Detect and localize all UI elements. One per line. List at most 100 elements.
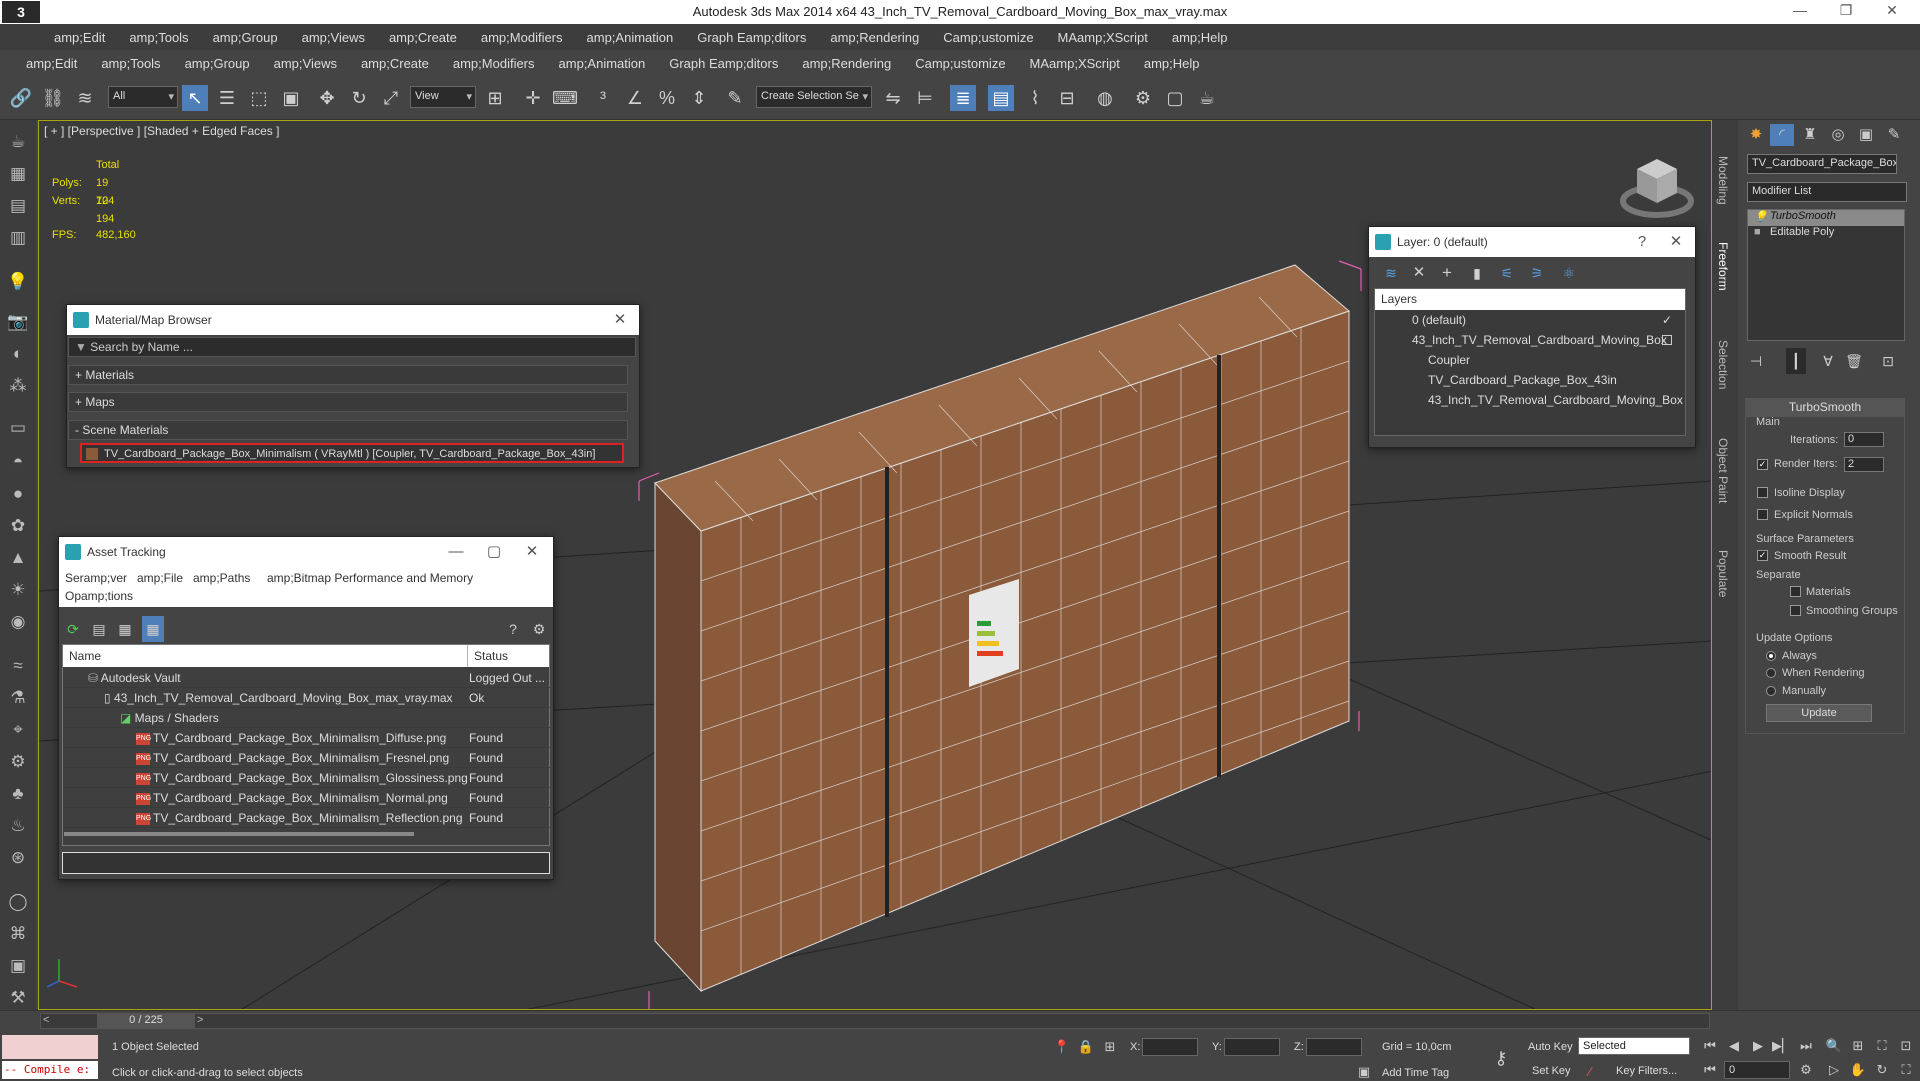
spinner-snap-icon[interactable]: ⇕ [686,85,712,111]
material-editor-icon[interactable]: ◍ [1092,85,1118,111]
graphite-ribbon-icon[interactable]: ▤ [988,85,1014,111]
zoom-extents-icon[interactable]: ⛶ [1872,1037,1892,1055]
render-setup-icon[interactable]: ⚙ [1130,85,1156,111]
menu-help[interactable]: amp;Help [1160,30,1240,45]
time-slider[interactable]: < 0 / 225 > [40,1013,1710,1029]
make-unique-icon[interactable]: ∀ [1818,348,1838,374]
asset-row-diffuse[interactable]: PNG TV_Cardboard_Package_Box_Minimalism_D… [64,728,550,748]
explicit-normals-checkbox[interactable] [1757,509,1768,520]
key-filters-button[interactable]: Key Filters... [1616,1065,1677,1077]
grid-icon[interactable]: ▥ [6,226,30,250]
keyboard-shortcut-icon[interactable]: ⌨ [552,85,578,111]
pivot-center-icon[interactable]: ⊞ [482,85,508,111]
selection-filter-dropdown[interactable]: All [108,86,178,108]
menu2-tools[interactable]: amp;Tools [89,56,172,71]
material-search-field[interactable]: ▼ Search by Name ... [68,337,636,357]
layer-row-moving-box[interactable]: 43_Inch_TV_Removal_Cardboard_Moving_Box [1376,330,1682,350]
table-view-icon[interactable]: ▦ [142,616,164,642]
menu-group[interactable]: amp;Group [201,30,290,45]
viewport-label[interactable]: [ + ] [Perspective ] [Shaded + Edged Fac… [44,124,279,138]
menu-graph-editors[interactable]: Graph Eamp;ditors [685,30,818,45]
z-coordinate-field[interactable] [1306,1038,1362,1056]
y-coordinate-field[interactable] [1224,1038,1280,1056]
tab-object-paint[interactable]: Object Paint [1716,438,1730,503]
key-mode-toggle-icon[interactable]: ⏮ [1700,1061,1720,1079]
angle-snap-icon[interactable]: ∠ [622,85,648,111]
rendered-frame-icon[interactable]: ▢ [1162,85,1188,111]
current-frame-field[interactable]: 0 [1724,1061,1790,1079]
key-icon[interactable]: ⚷ [1488,1049,1514,1067]
add-to-layer-icon[interactable]: + [1436,260,1458,286]
layer-window-titlebar[interactable]: Layer: 0 (default) ? ✕ [1369,227,1695,257]
iterations-spinner[interactable]: 0 [1844,432,1884,447]
move-icon[interactable]: ✥ [314,85,340,111]
asset-row-maps[interactable]: ◪ Maps / Shaders [64,708,550,728]
tree-icon[interactable]: ♣ [6,782,30,806]
menu2-edit[interactable]: amp;Edit [14,56,89,71]
asset-maximize-icon[interactable]: ▢ [481,537,507,567]
asset-menu-paths[interactable]: amp;Paths [193,571,250,585]
asset-menu-bitmap[interactable]: amp;Bitmap Performance and Memory [267,571,473,585]
thumbnail-view-icon[interactable]: ▦ [114,616,136,642]
curve-editor-icon[interactable]: ⌇ [1022,85,1048,111]
field-of-view-icon[interactable]: ▷ [1824,1061,1844,1079]
asset-row-reflection[interactable]: PNG TV_Cardboard_Package_Box_Minimalism_R… [64,808,550,828]
menu2-views[interactable]: amp;Views [262,56,349,71]
named-selection-dropdown[interactable]: Create Selection Se [756,86,872,108]
layer-help-button[interactable]: ? [1629,227,1655,257]
menu2-create[interactable]: amp;Create [349,56,441,71]
maximize-viewport-icon[interactable]: ⛶ [1896,1061,1916,1079]
plane-icon[interactable]: ▤ [6,194,30,218]
highlight-layer-icon[interactable]: ⚟ [1496,260,1518,286]
object-name-field[interactable]: TV_Cardboard_Package_Box [1747,154,1897,174]
set-key-button[interactable]: Set Key [1532,1065,1571,1077]
asset-tracking-titlebar[interactable]: Asset Tracking — ▢ ✕ [59,537,553,567]
layer-manager-icon[interactable]: ≣ [950,85,976,111]
when-rendering-radio[interactable] [1766,668,1776,678]
stack-item-turbosmooth[interactable]: 💡 TurboSmooth [1748,210,1904,226]
view-cube[interactable] [1620,159,1694,218]
search-dropdown-icon[interactable]: ▼ [75,340,90,354]
asset-menu-file[interactable]: amp;File [137,571,183,585]
asset-row-max-file[interactable]: ▯ 43_Inch_TV_Removal_Cardboard_Moving_Bo… [64,688,550,708]
delete-layer-icon[interactable]: ✕ [1408,260,1430,286]
maps-group[interactable]: + Maps [68,392,628,412]
x-coordinate-field[interactable] [1142,1038,1198,1056]
menu2-customize[interactable]: Camp;ustomize [903,56,1017,71]
isoline-checkbox[interactable] [1757,487,1768,498]
layer-row-moving-box-object[interactable]: 43_Inch_TV_Removal_Cardboard_Moving_Box [1376,390,1683,410]
layer-row-default[interactable]: 0 (default) ✓ [1376,310,1682,330]
smooth-result-checkbox[interactable]: ✓ [1757,550,1768,561]
percent-snap-icon[interactable]: % [654,85,680,111]
particle-flow-icon[interactable]: ⊛ [6,846,30,870]
light-icon[interactable]: 💡 [6,270,30,294]
menu-edit[interactable]: amp;Edit [42,30,117,45]
menu2-graph-editors[interactable]: Graph Eamp;ditors [657,56,790,71]
orbit-icon[interactable]: ↻ [1872,1061,1892,1079]
tab-freeform[interactable]: Freeform [1716,242,1730,291]
zoom-icon[interactable]: 🔍 [1824,1037,1844,1055]
tab-modeling[interactable]: Modeling [1716,156,1730,205]
particles-icon[interactable]: ⁂ [6,374,30,398]
camera-icon[interactable]: 📷 [6,310,30,334]
scale-icon[interactable]: ⤢ [378,85,404,111]
layers-column-header[interactable]: Layers [1375,289,1685,310]
menu-modifiers[interactable]: amp;Modifiers [469,30,575,45]
asset-horizontal-scrollbar[interactable] [64,832,414,836]
screen-icon[interactable]: ▭ [6,416,30,440]
asset-row-normal[interactable]: PNG TV_Cardboard_Package_Box_Minimalism_N… [64,788,550,808]
helper-icon[interactable]: ⚗ [6,686,30,710]
menu-create[interactable]: amp;Create [377,30,469,45]
dome-icon[interactable]: ◓ [6,450,30,474]
teapot-icon[interactable]: ☕ [6,130,30,154]
asset-path-field[interactable] [62,852,550,874]
remove-modifier-icon[interactable]: 🗑 [1844,348,1864,374]
asset-menu-server[interactable]: Seramp;ver [65,571,127,585]
key-mode-dropdown[interactable]: Selected [1578,1037,1690,1055]
scene-material-item[interactable]: TV_Cardboard_Package_Box_Minimalism ( VR… [80,443,624,463]
asset-help-icon[interactable]: ? [502,616,524,642]
menu2-rendering[interactable]: amp;Rendering [790,56,903,71]
isolate-selection-icon[interactable]: 📍 [1052,1038,1072,1056]
new-layer-icon[interactable]: ≋ [1380,260,1402,286]
default-tangent-icon[interactable]: ∕ [1580,1063,1600,1081]
